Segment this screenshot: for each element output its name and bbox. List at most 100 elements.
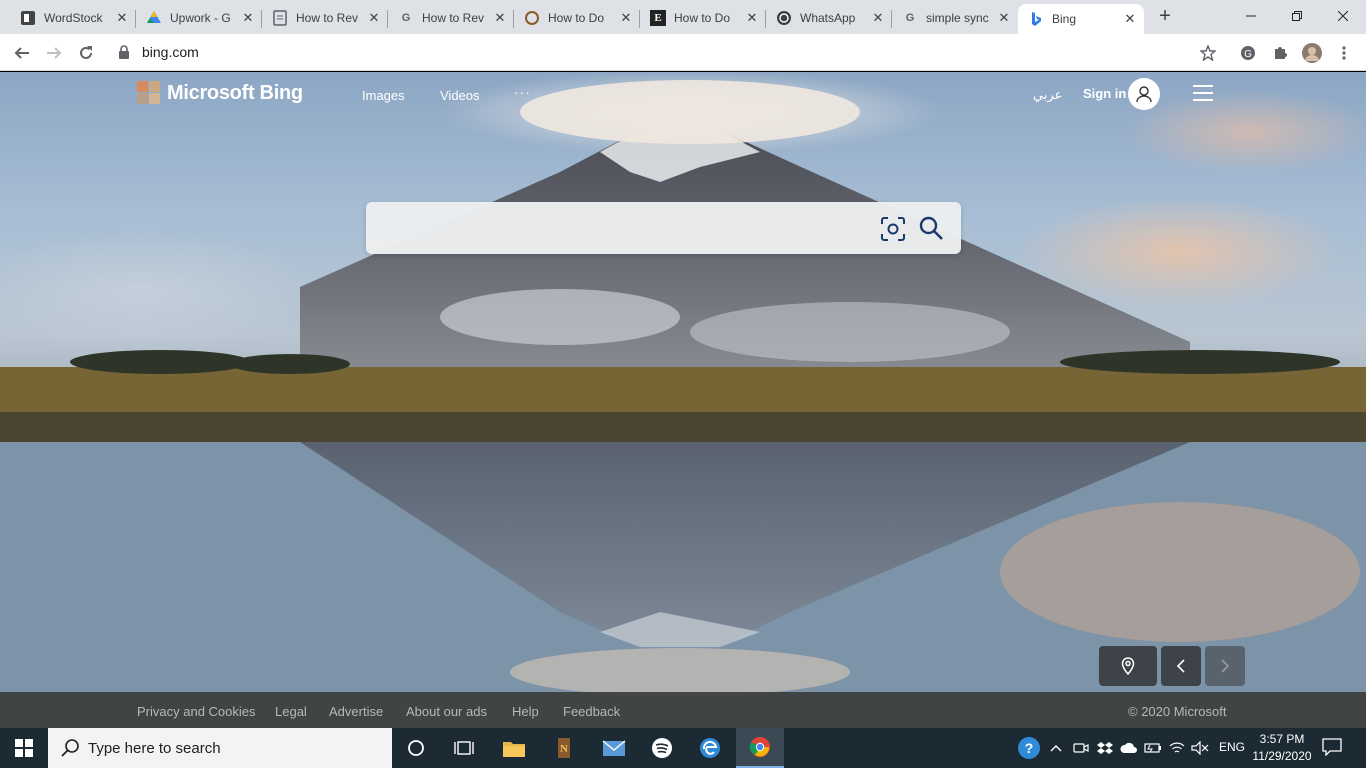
close-icon[interactable]: ✕ [996, 10, 1012, 26]
location-pin-icon [1121, 657, 1135, 675]
footer-link-privacy[interactable]: Privacy and Cookies [137, 704, 256, 719]
close-icon[interactable]: ✕ [870, 10, 886, 26]
tab-how-to-rev-google[interactable]: G How to Rev ✕ [387, 4, 514, 32]
whatsapp-icon [776, 10, 792, 26]
tab-how-to-do-2[interactable]: E How to Do ✕ [639, 4, 766, 32]
windows-start-icon[interactable] [0, 728, 48, 768]
footer-link-feedback[interactable]: Feedback [563, 704, 620, 719]
profile-avatar[interactable] [1298, 39, 1326, 67]
previous-image-button[interactable] [1161, 646, 1201, 686]
search-input[interactable] [384, 216, 864, 240]
image-location-button[interactable] [1099, 646, 1157, 686]
chrome-taskbar-icon[interactable] [736, 728, 784, 768]
search-box [366, 202, 961, 254]
svg-text:N: N [560, 743, 568, 755]
mail-icon[interactable] [590, 728, 638, 768]
next-image-button[interactable] [1205, 646, 1245, 686]
hamburger-menu-icon[interactable] [1193, 85, 1213, 101]
notes-app-icon[interactable]: N [540, 728, 588, 768]
minimize-icon[interactable] [1228, 0, 1274, 32]
tab-title: Upwork - G [170, 11, 231, 25]
bing-footer: Privacy and Cookies Legal Advertise Abou… [0, 692, 1366, 728]
onedrive-cloud-icon[interactable] [1119, 738, 1139, 758]
bing-logo[interactable]: Microsoft Bing [137, 81, 303, 105]
help-question-icon[interactable]: ? [1018, 737, 1040, 759]
new-tab-button[interactable]: + [1154, 6, 1176, 28]
taskbar-search-placeholder: Type here to search [88, 739, 221, 757]
show-hidden-icons-chevron-icon[interactable] [1046, 738, 1066, 758]
clock-time: 3:57 PM [1259, 732, 1305, 746]
google-icon: G [905, 12, 915, 24]
chrome-menu-icon[interactable] [1330, 39, 1358, 67]
lock-icon[interactable] [118, 45, 132, 61]
tab-how-to-do-1[interactable]: How to Do ✕ [513, 4, 640, 32]
close-icon[interactable]: ✕ [1122, 11, 1138, 27]
tab-wordstock[interactable]: WordStock ✕ [10, 4, 136, 32]
tab-how-to-rev-docs[interactable]: How to Rev ✕ [261, 4, 388, 32]
grammarly-extension-icon[interactable]: G [1234, 39, 1262, 67]
clock-date: 11/29/2020 [1252, 749, 1312, 763]
nav-more-button[interactable]: ··· [514, 84, 531, 100]
address-bar[interactable]: bing.com [142, 44, 199, 60]
footer-link-legal[interactable]: Legal [275, 704, 307, 719]
bookmark-star-icon[interactable] [1194, 39, 1222, 67]
system-clock[interactable]: 3:57 PM 11/29/2020 [1252, 731, 1312, 765]
cortana-icon[interactable] [392, 728, 440, 768]
edge-icon[interactable] [686, 728, 734, 768]
forward-arrow-icon[interactable] [40, 39, 68, 67]
battery-icon[interactable] [1143, 738, 1163, 758]
nav-videos[interactable]: Videos [440, 88, 480, 103]
taskbar-search-box[interactable]: Type here to search [48, 728, 392, 768]
close-icon[interactable]: ✕ [744, 10, 760, 26]
extensions-puzzle-icon[interactable] [1266, 39, 1294, 67]
close-icon[interactable]: ✕ [366, 10, 382, 26]
input-language-indicator[interactable]: ENG [1219, 740, 1245, 754]
task-view-icon[interactable] [440, 728, 488, 768]
close-icon[interactable]: ✕ [114, 10, 130, 26]
window-close-icon[interactable] [1320, 0, 1366, 32]
e-icon: E [650, 10, 666, 26]
reload-icon[interactable] [72, 39, 100, 67]
chevron-right-icon [1221, 659, 1230, 673]
browser-tab-strip: WordStock ✕ Upwork - G ✕ How to Rev ✕ G … [0, 0, 1366, 34]
nav-images[interactable]: Images [362, 88, 405, 103]
browser-toolbar: bing.com G [0, 34, 1366, 71]
meet-now-icon[interactable] [1071, 738, 1091, 758]
search-icon[interactable] [918, 215, 944, 241]
circle-icon [524, 10, 540, 26]
spotify-icon[interactable] [638, 728, 686, 768]
tab-title: simple sync [926, 11, 989, 25]
bing-icon [1028, 11, 1044, 27]
tab-title: Bing [1052, 12, 1077, 26]
visual-search-camera-icon[interactable] [880, 216, 906, 242]
sign-in-link[interactable]: Sign in [1083, 86, 1126, 101]
tab-title: How to Do [674, 11, 731, 25]
close-icon[interactable]: ✕ [492, 10, 508, 26]
tab-title: How to Rev [296, 11, 359, 25]
chevron-left-icon [1176, 659, 1185, 673]
close-icon[interactable]: ✕ [240, 10, 256, 26]
drive-icon [146, 10, 162, 26]
footer-link-help[interactable]: Help [512, 704, 539, 719]
file-explorer-icon[interactable] [490, 728, 538, 768]
tab-bing[interactable]: Bing ✕ [1018, 4, 1144, 34]
footer-link-about-ads[interactable]: About our ads [406, 704, 487, 719]
volume-muted-icon[interactable] [1190, 738, 1210, 758]
language-link[interactable]: عربي [1033, 87, 1062, 103]
restore-icon[interactable] [1274, 0, 1320, 32]
tab-whatsapp[interactable]: WhatsApp ✕ [765, 4, 892, 32]
bing-header: Microsoft Bing Images Videos ··· عربي Si… [0, 72, 1366, 120]
bing-logo-text: Microsoft Bing [167, 81, 303, 104]
tab-simple-sync[interactable]: G simple sync ✕ [891, 4, 1018, 32]
close-icon[interactable]: ✕ [618, 10, 634, 26]
dropbox-icon[interactable] [1095, 738, 1115, 758]
google-icon: G [401, 12, 411, 24]
user-icon[interactable] [1128, 78, 1160, 110]
action-center-notification-icon[interactable] [1322, 738, 1344, 758]
tab-upwork[interactable]: Upwork - G ✕ [135, 4, 262, 32]
footer-link-advertise[interactable]: Advertise [329, 704, 383, 719]
back-arrow-icon[interactable] [8, 39, 36, 67]
taskbar-search-icon [61, 739, 79, 757]
copyright-text: © 2020 Microsoft [1128, 704, 1227, 719]
wifi-icon[interactable] [1167, 738, 1187, 758]
